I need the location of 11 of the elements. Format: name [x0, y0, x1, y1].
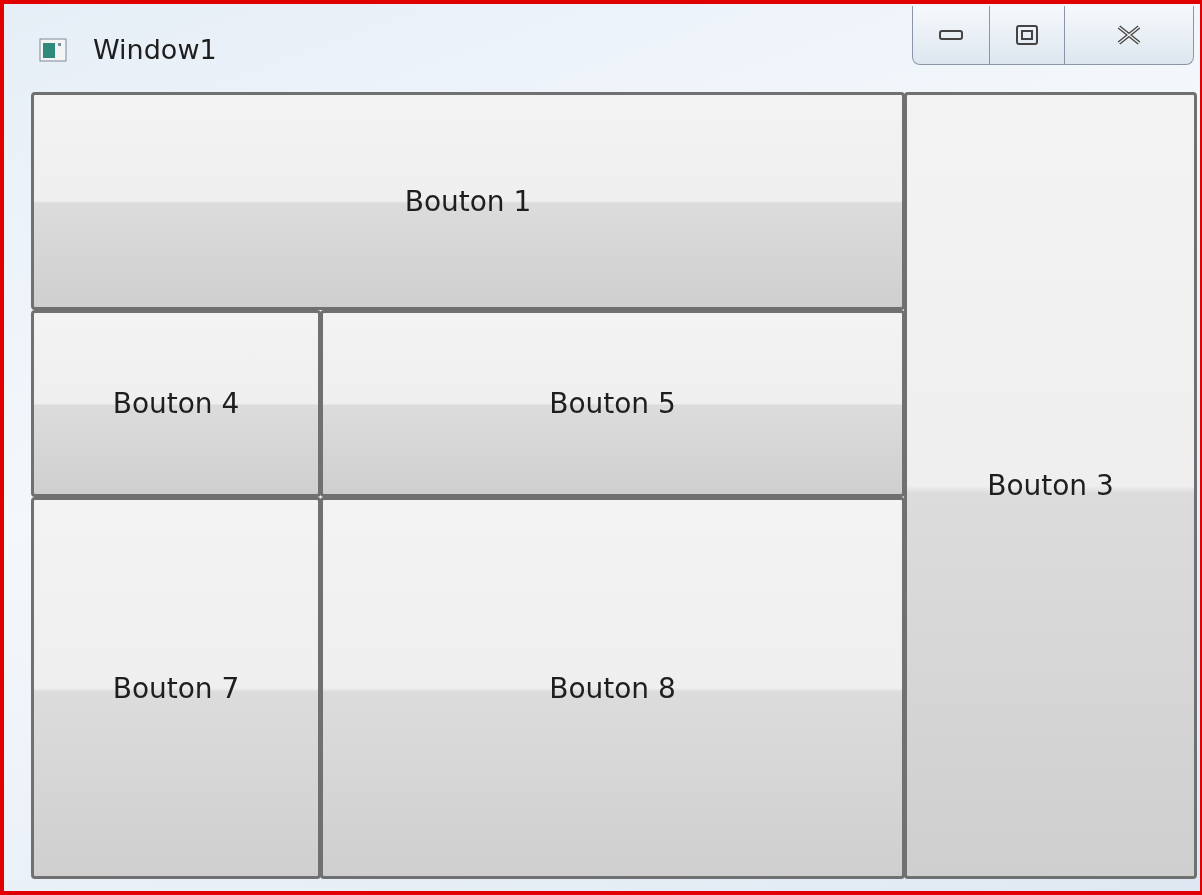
- grid-button[interactable]: Bouton 7: [31, 497, 321, 879]
- app-icon: [39, 37, 67, 62]
- grid-button[interactable]: Bouton 5: [320, 310, 905, 497]
- maximize-icon: [1016, 25, 1038, 45]
- grid-button[interactable]: Bouton 8: [320, 497, 905, 879]
- window-title: Window1: [93, 34, 217, 65]
- close-icon: [1116, 24, 1142, 46]
- grid-button[interactable]: Bouton 4: [31, 310, 321, 497]
- minimize-icon: [939, 29, 963, 41]
- grid-button[interactable]: Bouton 1: [31, 92, 905, 310]
- grid-button[interactable]: Bouton 3: [904, 92, 1197, 879]
